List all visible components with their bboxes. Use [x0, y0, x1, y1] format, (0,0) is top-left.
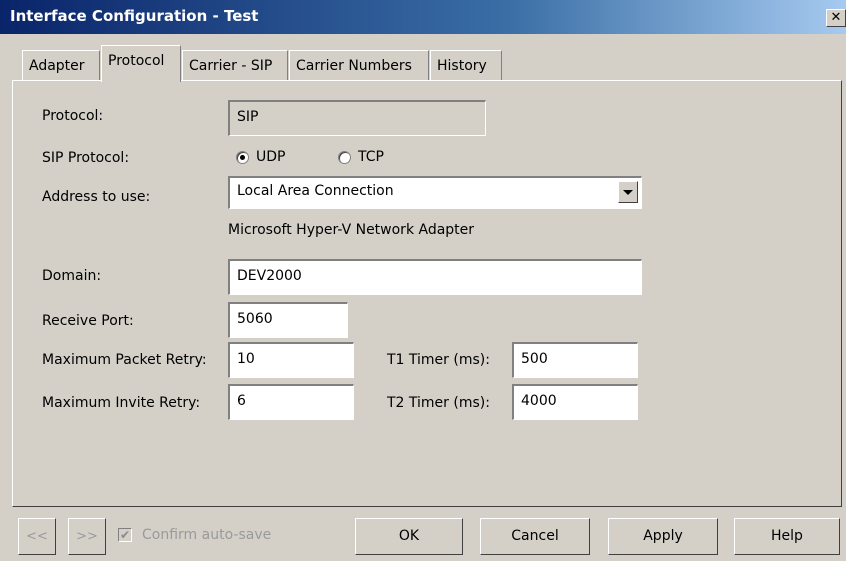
protocol-label: Protocol: — [42, 108, 104, 124]
t2-timer-label: T2 Timer (ms): — [387, 395, 490, 411]
tcp-radio-label[interactable]: TCP — [358, 149, 384, 165]
t1-timer-label: T1 Timer (ms): — [387, 352, 490, 368]
udp-radio[interactable] — [236, 151, 249, 164]
receive-port-label: Receive Port: — [42, 313, 134, 329]
tab-history-label: History — [437, 58, 487, 74]
sip-protocol-label: SIP Protocol: — [42, 150, 130, 166]
tab-carrier-numbers-label: Carrier Numbers — [296, 58, 412, 74]
tab-adapter[interactable]: Adapter — [22, 50, 100, 80]
confirm-autosave-label: Confirm auto-save — [142, 527, 272, 543]
chevron-down-icon[interactable] — [618, 181, 638, 203]
help-button[interactable]: Help — [734, 518, 840, 555]
protocol-field: SIP — [228, 100, 486, 136]
checkmark-icon: ✔ — [119, 528, 131, 542]
confirm-autosave-checkbox[interactable]: ✔ — [118, 528, 132, 542]
t1-timer-input[interactable]: 500 — [512, 342, 638, 378]
tcp-radio[interactable] — [338, 151, 351, 164]
max-invite-retry-label: Maximum Invite Retry: — [42, 395, 201, 411]
address-select[interactable]: Local Area Connection — [228, 176, 642, 209]
udp-radio-label[interactable]: UDP — [256, 149, 285, 165]
address-select-value: Local Area Connection — [237, 183, 394, 199]
tab-carrier-sip[interactable]: Carrier - SIP — [182, 50, 288, 80]
apply-button[interactable]: Apply — [608, 518, 718, 555]
address-label: Address to use: — [42, 189, 151, 205]
tab-history[interactable]: History — [430, 50, 502, 80]
adapter-description: Microsoft Hyper-V Network Adapter — [228, 222, 475, 238]
next-button[interactable]: >> — [68, 518, 106, 555]
ok-button[interactable]: OK — [355, 518, 463, 555]
close-button[interactable]: ✕ — [826, 9, 846, 27]
domain-label: Domain: — [42, 268, 102, 284]
window-title: Interface Configuration - Test — [10, 7, 259, 25]
tab-carrier-sip-label: Carrier - SIP — [189, 58, 273, 74]
tab-carrier-numbers[interactable]: Carrier Numbers — [289, 50, 429, 80]
tab-protocol[interactable]: Protocol — [101, 45, 181, 82]
receive-port-input[interactable]: 5060 — [228, 302, 348, 338]
max-invite-retry-input[interactable]: 6 — [228, 384, 354, 420]
cancel-button[interactable]: Cancel — [480, 518, 590, 555]
tab-protocol-label: Protocol — [108, 53, 165, 69]
max-packet-retry-input[interactable]: 10 — [228, 342, 354, 378]
tab-adapter-label: Adapter — [29, 58, 85, 74]
domain-input[interactable]: DEV2000 — [228, 259, 642, 295]
max-packet-retry-label: Maximum Packet Retry: — [42, 352, 207, 368]
close-icon: ✕ — [830, 10, 842, 25]
t2-timer-input[interactable]: 4000 — [512, 384, 638, 420]
prev-button[interactable]: << — [18, 518, 56, 555]
